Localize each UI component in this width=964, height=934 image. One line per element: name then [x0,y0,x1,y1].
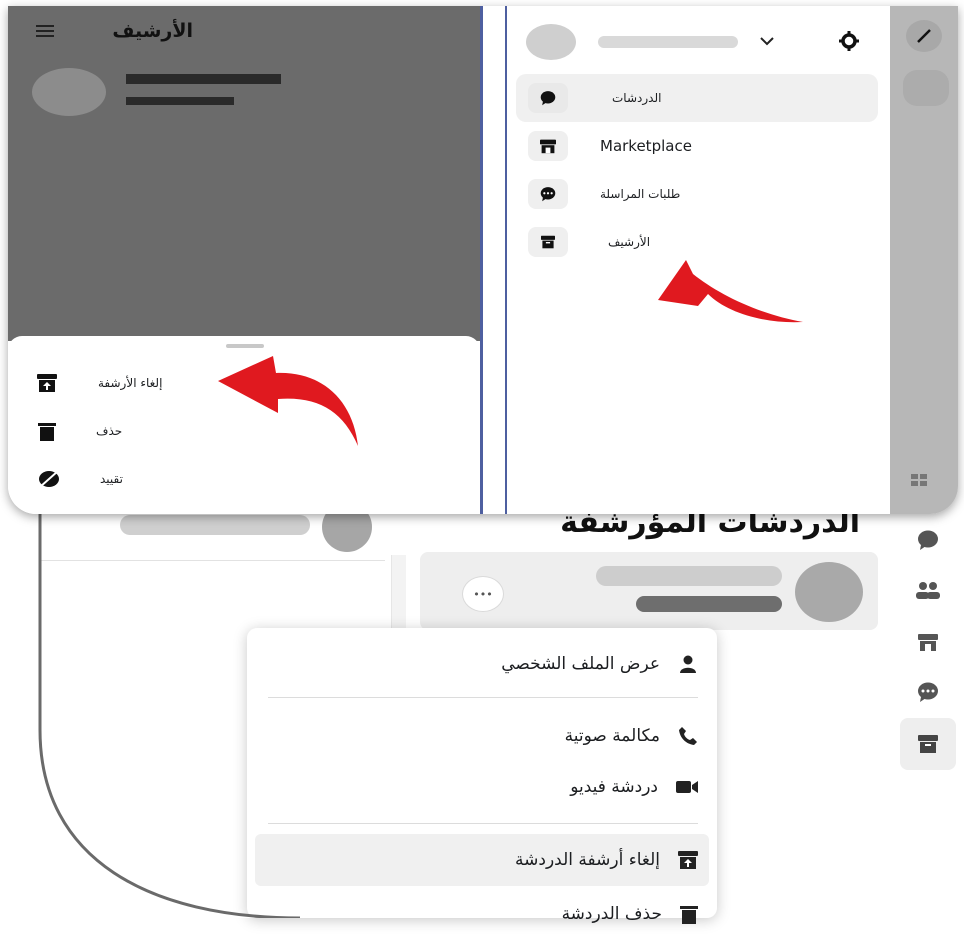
archived-chat-name-dark [126,74,281,84]
message-request-icon [540,187,556,202]
video-icon [676,781,698,793]
unarchive-icon [37,374,57,392]
unarchive-icon [678,851,698,869]
menu-item-label: مكالمة صوتية [564,726,660,746]
person-icon [680,655,696,673]
archive-screen-dark [8,6,480,341]
archived-chat-snippet-dark [126,97,234,105]
overlay-panel: الأرشيف إلغاء الأرشفة حذف تقييد الدردشات… [8,6,958,514]
rail-requests-button[interactable] [908,674,948,710]
nav-item-message-requests[interactable]: طلبات المراسلة [528,174,868,214]
nav-item-label: طلبات المراسلة [600,187,681,201]
menu-item-label: دردشة فيديو [570,777,658,797]
nav-item-label: الدردشات [612,91,662,105]
screenshots-divider-2 [505,6,507,514]
nav-item-label: Marketplace [600,137,692,155]
phone-icon [679,727,697,745]
rail-marketplace-button[interactable] [908,624,948,660]
message-request-icon [918,682,938,702]
hamburger-icon [36,25,54,37]
profile-name [598,36,738,48]
callout-arrow [658,260,803,323]
menu-item-label: إلغاء أرشفة الدردشة [515,850,660,870]
people-icon [916,582,940,599]
archive-icon [541,235,555,249]
rail-placeholder [903,70,949,106]
rail-chats-button[interactable] [908,522,948,558]
chat-bubble-icon [540,91,556,106]
sheet-item-label: حذف [96,424,123,438]
more-options-button[interactable]: ••• [462,576,504,612]
menu-item-label: حذف الدردشة [561,904,662,924]
gear-icon [839,31,859,51]
restrict-icon [39,470,59,488]
sheet-item-label: تقييد [100,472,123,486]
menu-item-label: عرض الملف الشخصي [501,654,660,674]
rail-archive-button[interactable] [900,718,956,770]
archived-chat-avatar-dark [32,68,106,116]
sheet-item-unarchive[interactable]: إلغاء الأرشفة [36,368,206,398]
storefront-icon [918,634,938,651]
callout-arrow [218,356,358,446]
chevron-down-icon [760,36,774,45]
sheet-item-label: إلغاء الأرشفة [98,376,163,390]
hamburger-menu-button[interactable] [34,22,56,40]
scrollbar[interactable] [391,555,406,635]
sheet-handle[interactable] [226,344,264,348]
rail-bottom-button[interactable] [906,468,932,492]
grid-icon [911,474,927,486]
account-switch-button[interactable] [756,30,778,52]
archived-chat-avatar [795,562,863,622]
nav-item-label: الأرشيف [608,235,651,249]
sheet-item-delete[interactable]: حذف [38,416,208,446]
compose-button[interactable] [906,20,942,52]
archive-icon [918,735,938,753]
screenshots-divider [480,6,483,514]
sheet-item-restrict[interactable]: تقييد [38,464,208,494]
rail-people-button[interactable] [908,572,948,608]
more-icon: ••• [473,587,493,601]
trash-icon [680,906,698,924]
pencil-icon [917,29,931,43]
archived-chat-snippet [636,596,782,612]
nav-item-chats[interactable]: الدردشات [528,78,868,118]
trash-icon [38,423,56,441]
nav-item-marketplace[interactable]: Marketplace [528,126,868,166]
decorative-frame-curve [0,500,301,918]
archived-chat-name [596,566,782,586]
storefront-icon [540,139,556,154]
archive-screen-title: الأرشيف [112,20,193,42]
profile-avatar[interactable] [526,24,576,60]
settings-button[interactable] [836,28,862,54]
chat-bubble-icon [918,530,938,550]
